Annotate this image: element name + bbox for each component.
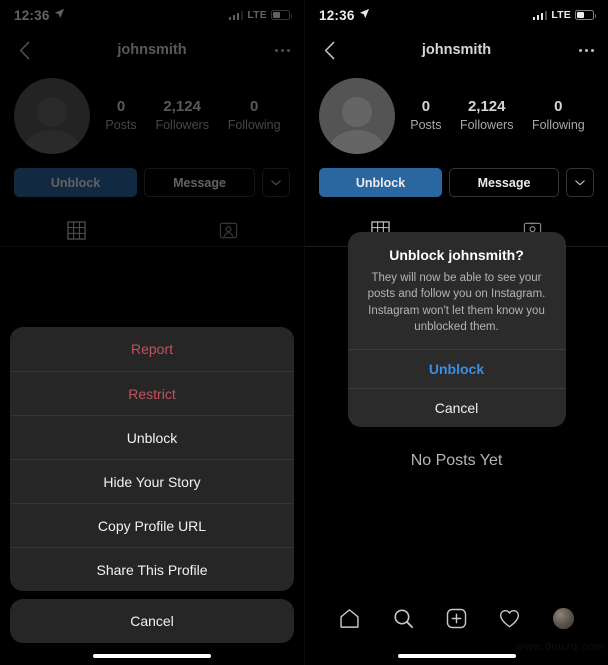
home-indicator[interactable] [93,654,211,658]
sheet-cancel-button[interactable]: Cancel [10,599,294,643]
sheet-item-restrict[interactable]: Restrict [10,371,294,415]
action-sheet: Report Restrict Unblock Hide Your Story … [0,327,304,643]
alert-panel: Unblock johnsmith? They will now be able… [347,232,566,428]
watermark: www.deuzq.com [516,641,604,653]
left-screen: 12:36 LTE johnsmith 0 [0,0,304,665]
action-sheet-list: Report Restrict Unblock Hide Your Story … [10,327,294,591]
alert-title: Unblock johnsmith? [389,247,524,263]
sheet-item-unblock[interactable]: Unblock [10,415,294,459]
home-indicator[interactable] [397,654,516,658]
alert-cancel-button[interactable]: Cancel [347,388,566,427]
sheet-item-hide-story[interactable]: Hide Your Story [10,459,294,503]
alert-message: They will now be able to see your posts … [367,272,546,333]
sheet-item-report[interactable]: Report [10,327,294,371]
sheet-item-copy-url[interactable]: Copy Profile URL [10,503,294,547]
unblock-alert-dialog: Unblock johnsmith? They will now be able… [305,0,608,665]
alert-confirm-button[interactable]: Unblock [347,349,566,388]
sheet-item-share[interactable]: Share This Profile [10,547,294,591]
right-screen: 12:36 LTE johnsmith 0 Posts 2,124 Follow… [304,0,608,665]
alert-body: Unblock johnsmith? They will now be able… [348,232,566,349]
dual-screenshot-container: 12:36 LTE johnsmith 0 [0,0,608,665]
